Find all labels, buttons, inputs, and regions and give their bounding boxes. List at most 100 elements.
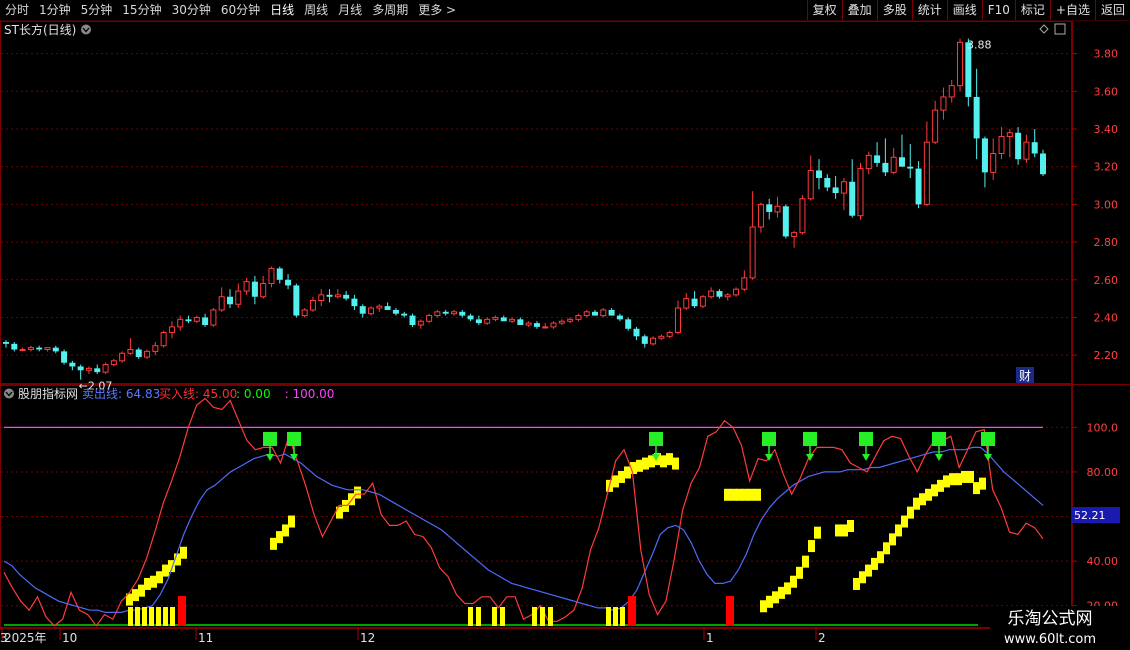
candle-body-down: [251, 281, 258, 297]
yellow-step-block: [853, 577, 860, 590]
window-square-icon[interactable]: [1054, 23, 1066, 35]
yellow-step-block: [162, 564, 169, 577]
candle-body-down: [907, 166, 914, 169]
candle-body-up: [575, 315, 582, 320]
period-tab-0[interactable]: 分时: [0, 0, 34, 20]
period-tab-10[interactable]: 更多 >: [413, 0, 461, 20]
indicator-legend-item: : 100.00: [285, 387, 335, 401]
yellow-step-block: [736, 488, 743, 501]
signal-bar-yellow: [476, 607, 481, 626]
yellow-step-block: [642, 457, 649, 470]
toolbar-button-8[interactable]: 返回: [1094, 0, 1130, 20]
yellow-step-block: [150, 575, 157, 588]
candle-body-down: [766, 204, 773, 212]
candle-body-down: [816, 170, 823, 178]
period-tab-4[interactable]: 30分钟: [167, 0, 216, 20]
toolbar-button-5[interactable]: F10: [981, 0, 1015, 20]
yellow-step-block: [354, 486, 361, 499]
candle-body-down: [52, 347, 59, 352]
price-axis-label: 2.60: [1094, 274, 1119, 287]
period-tab-2[interactable]: 5分钟: [76, 0, 118, 20]
period-tab-5[interactable]: 60分钟: [216, 0, 265, 20]
candle-body-down: [343, 294, 350, 299]
yellow-step-block: [724, 488, 731, 501]
candle-body-up: [102, 364, 109, 373]
candle-body-up: [741, 277, 748, 290]
sell-arrow-icon: [981, 432, 995, 446]
toolbar-button-2[interactable]: 多股: [876, 0, 912, 20]
toolbar-button-0[interactable]: 复权: [806, 0, 842, 20]
signal-bar-yellow: [548, 607, 553, 626]
sell-arrow-icon: [263, 432, 277, 446]
candle-body-down: [533, 323, 540, 327]
candle-body-down: [981, 138, 988, 173]
yellow-step-block: [955, 473, 962, 486]
candle-body-up: [923, 141, 930, 205]
period-tab-3[interactable]: 15分钟: [117, 0, 166, 20]
candle-body-up: [301, 309, 308, 317]
sell-arrow-icon: [287, 432, 301, 446]
toolbar-button-1[interactable]: 叠加: [841, 0, 877, 20]
yellow-step-block: [796, 566, 803, 579]
candle-body-up: [27, 347, 34, 351]
cai-badge: 财: [1019, 369, 1031, 383]
toolbar-button-4[interactable]: 画线: [946, 0, 982, 20]
yellow-step-block: [814, 526, 821, 539]
candle-body-up: [650, 337, 657, 345]
toolbar-button-6[interactable]: 标记: [1014, 0, 1050, 20]
x-axis-label: 2025年: [4, 631, 47, 645]
sell-arrow-icon: [803, 432, 817, 446]
candle-body-up: [558, 320, 565, 324]
period-tab-6[interactable]: 日线: [265, 0, 299, 20]
candle-body-up: [177, 318, 184, 328]
candle-body-up: [733, 288, 740, 296]
candle-body-up: [807, 169, 814, 200]
period-tab-8[interactable]: 月线: [333, 0, 367, 20]
candle-body-up: [376, 305, 383, 309]
candle-body-down: [384, 306, 391, 310]
candle-body-down: [898, 157, 905, 167]
yellow-step-block: [618, 470, 625, 483]
signal-bar-yellow: [606, 607, 611, 626]
yellow-step-block: [760, 600, 767, 613]
candle-body-up: [998, 136, 1005, 154]
candle-body-up: [168, 326, 175, 334]
yellow-step-block: [895, 524, 902, 537]
signal-bar-yellow: [142, 607, 147, 626]
yellow-step-block: [901, 515, 908, 528]
candle-body-up: [757, 203, 764, 228]
toolbar-button-3[interactable]: 统计: [911, 0, 947, 20]
dropdown-circle-icon[interactable]: [81, 24, 91, 35]
chart-area[interactable]: 2.20 2.40 2.60 2.80 3.00 3.20 3.40 3.60 3.80 3.88…: [0, 21, 1130, 650]
candle-body-down: [1015, 132, 1022, 160]
signal-bar-yellow: [492, 607, 497, 626]
candle-body-up: [318, 294, 325, 302]
yellow-step-block: [666, 453, 673, 466]
yellow-step-block: [778, 586, 785, 599]
candle-body-up: [774, 205, 781, 213]
yellow-step-block: [925, 488, 932, 501]
candle-body-down: [359, 306, 366, 314]
indicator-dropdown-icon[interactable]: [4, 388, 14, 399]
candle-body-down: [226, 296, 233, 305]
candle-body-up: [658, 335, 665, 339]
period-tab-7[interactable]: 周线: [299, 0, 333, 20]
indicator-name: 股朋指标网: [18, 386, 78, 401]
toolbar-button-7[interactable]: +自选: [1049, 0, 1095, 20]
signal-bar-red: [628, 596, 636, 626]
x-axis-label: 11: [198, 631, 213, 645]
candle-body-down: [691, 298, 698, 307]
yellow-step-block: [859, 571, 866, 584]
yellow-step-block: [841, 524, 848, 537]
yellow-step-block: [180, 546, 187, 559]
indicator-legend-item: 卖出线: 64.83: [82, 387, 160, 401]
candle-body-up: [932, 109, 939, 143]
candle-body-down: [1031, 142, 1038, 154]
candle-body-down: [874, 155, 881, 163]
period-tab-1[interactable]: 1分钟: [34, 0, 76, 20]
candle-body-down: [3, 341, 9, 344]
diamond-icon[interactable]: [1039, 24, 1049, 34]
candle-body-up: [417, 320, 424, 326]
period-tab-9[interactable]: 多周期: [367, 0, 413, 20]
candle-body-up: [857, 168, 864, 217]
